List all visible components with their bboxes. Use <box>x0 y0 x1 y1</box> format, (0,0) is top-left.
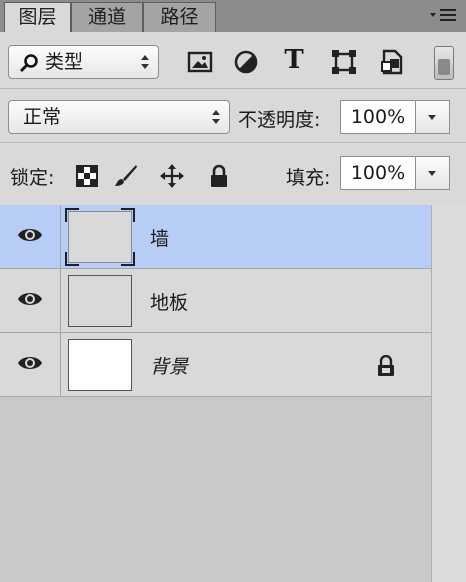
tab-paths[interactable]: 路径 <box>143 2 216 32</box>
opacity-label: 不透明度: <box>238 109 321 131</box>
layers-panel: 图层 通道 路径 类型 T 正常 不透明度: 100% 锁定: 填充: 100%… <box>0 0 466 582</box>
visibility-toggle[interactable] <box>0 205 61 268</box>
visibility-toggle[interactable] <box>0 269 61 332</box>
search-icon <box>19 54 38 73</box>
layers-list: 墙 地板 背景 <box>0 205 431 582</box>
layer-name[interactable]: 地板 <box>150 288 188 315</box>
blend-mode-dropdown[interactable]: 正常 <box>8 100 230 134</box>
layer-thumbnail[interactable] <box>68 275 132 327</box>
lock-image-pixels-icon[interactable] <box>114 164 138 188</box>
layer-name[interactable]: 背景 <box>150 352 188 379</box>
eye-icon <box>18 293 42 305</box>
scrollbar-track[interactable] <box>431 205 466 582</box>
image-filter-icon[interactable] <box>187 49 213 75</box>
layer-row-background[interactable]: 背景 <box>0 333 431 397</box>
lock-all-icon[interactable] <box>207 164 231 188</box>
visibility-toggle[interactable] <box>0 333 61 396</box>
eye-icon <box>18 229 42 241</box>
tab-channels[interactable]: 通道 <box>71 2 143 32</box>
fill-slider-button[interactable] <box>416 156 450 190</box>
tab-layers[interactable]: 图层 <box>4 2 71 33</box>
type-filter-icon[interactable]: T <box>281 45 307 75</box>
opacity-input[interactable]: 100% <box>340 100 416 134</box>
layer-name[interactable]: 墙 <box>150 224 169 251</box>
shape-filter-icon[interactable] <box>331 49 357 75</box>
chevron-updown-icon <box>141 55 149 69</box>
panel-menu-icon[interactable] <box>428 6 458 26</box>
adjustment-filter-icon[interactable] <box>233 49 259 75</box>
layer-row-wall[interactable]: 墙 <box>0 205 431 269</box>
lock-label: 锁定: <box>10 167 55 189</box>
filter-kind-dropdown[interactable]: 类型 <box>8 45 159 79</box>
layer-thumbnail[interactable] <box>65 208 135 266</box>
filter-row: 类型 T <box>0 32 466 88</box>
lock-transparent-pixels-icon[interactable] <box>75 164 99 188</box>
lock-icon <box>378 355 394 376</box>
filter-kind-label: 类型 <box>45 51 84 73</box>
fill-label: 填充: <box>286 167 331 189</box>
smart-object-filter-icon[interactable] <box>379 49 405 75</box>
fill-input[interactable]: 100% <box>340 156 416 190</box>
blend-mode-label: 正常 <box>23 106 62 128</box>
filter-toggle-switch[interactable] <box>434 46 454 80</box>
layer-thumbnail[interactable] <box>68 339 132 391</box>
opacity-slider-button[interactable] <box>416 100 450 134</box>
eye-icon <box>18 357 42 369</box>
chevron-updown-icon <box>212 110 220 124</box>
layer-row-floor[interactable]: 地板 <box>0 269 431 333</box>
lock-position-icon[interactable] <box>160 164 184 188</box>
panel-tab-bar: 图层 通道 路径 <box>0 0 466 33</box>
